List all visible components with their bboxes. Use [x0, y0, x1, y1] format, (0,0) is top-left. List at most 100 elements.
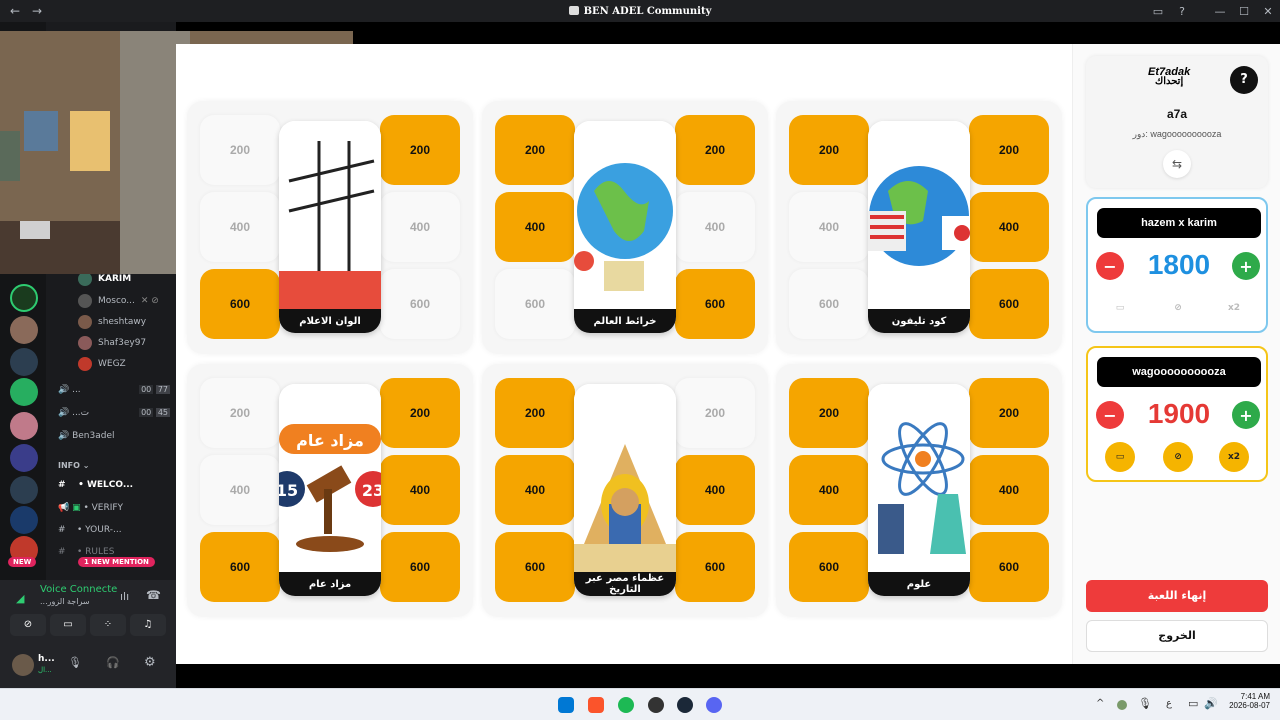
network-icon[interactable]: ▭ [1188, 697, 1198, 710]
voice-connection-panel: ◢ Voice Connecte ...سراجة الزور ılı ☎ ⊘ … [0, 580, 176, 688]
score-button-left-200[interactable]: 200 [495, 115, 575, 185]
voice-user[interactable]: sheshtawy [78, 315, 146, 329]
server-icon[interactable] [10, 284, 38, 312]
plus-button[interactable]: + [1232, 252, 1260, 280]
score-button-left-200[interactable]: 200 [789, 115, 869, 185]
settings-gear-icon[interactable]: ⚙ [144, 655, 156, 670]
new-mention-badge[interactable]: 1 NEW MENTION [78, 557, 155, 567]
category-card: علوم [868, 384, 970, 596]
score-button-right-600[interactable]: 600 [969, 532, 1049, 602]
text-channel[interactable]: 📢 ▣ • VERIFY [58, 503, 123, 513]
score-button-left-600[interactable]: 600 [495, 532, 575, 602]
double-icon[interactable]: x2 [1219, 442, 1249, 472]
score-button-right-400[interactable]: 400 [380, 455, 460, 525]
voice-status[interactable]: Voice Connecte [40, 584, 117, 595]
score-button-right-200[interactable]: 200 [380, 378, 460, 448]
tray-mic-icon[interactable]: 🎙 [1138, 697, 1152, 710]
inbox-icon[interactable]: ▭ [1146, 5, 1170, 18]
avatar [78, 272, 92, 286]
voice-user-name: WEGZ [98, 359, 126, 369]
clock[interactable]: 7:41 AM 2026-08-07 [1222, 692, 1270, 710]
score-button-left-400[interactable]: 400 [789, 455, 869, 525]
noise-icon[interactable]: ılı [120, 590, 129, 603]
score-button-right-400[interactable]: 400 [969, 455, 1049, 525]
back-icon[interactable]: ← [8, 4, 22, 18]
score-button-right-200[interactable]: 200 [675, 115, 755, 185]
score-button-right-400[interactable]: 400 [675, 455, 755, 525]
server-icon[interactable] [10, 348, 38, 376]
spotify-icon[interactable] [618, 697, 634, 713]
category-info[interactable]: INFO ⌄ [58, 461, 89, 470]
camera-off-button[interactable]: ⊘ [10, 614, 46, 636]
tray-app-icon[interactable] [1117, 700, 1127, 710]
minus-button[interactable]: − [1096, 401, 1124, 429]
text-channel[interactable]: # • YOUR-... [58, 525, 122, 535]
voice-user[interactable]: KARIM [78, 272, 131, 286]
score-button-right-200[interactable]: 200 [380, 115, 460, 185]
voice-channel-sub[interactable]: ...سراجة الزور [40, 597, 90, 606]
soundboard-button[interactable]: ♫ [130, 614, 166, 636]
voice-channel[interactable]: 🔊 ...ت 00 45 [58, 408, 170, 418]
score-button-left-400[interactable]: 400 [495, 455, 575, 525]
help-button[interactable]: ? [1230, 66, 1258, 94]
avatar[interactable] [12, 654, 34, 676]
clock-date: 2026-08-07 [1229, 701, 1270, 710]
score-button-right-600[interactable]: 600 [675, 532, 755, 602]
discord-icon[interactable] [706, 697, 722, 713]
server-icon[interactable] [10, 316, 38, 344]
maximize-button[interactable]: ☐ [1232, 5, 1256, 18]
server-icon[interactable] [10, 476, 38, 504]
app-icon[interactable] [648, 697, 664, 713]
voice-user[interactable]: Mosco... ✕ ⊘ [78, 294, 159, 308]
score-button-left-400[interactable]: 400 [495, 192, 575, 262]
forward-icon[interactable]: → [30, 4, 44, 18]
score-button-right-200[interactable]: 200 [969, 378, 1049, 448]
microphone-icon[interactable]: 🎙 [68, 656, 82, 669]
score-button-left-600[interactable]: 600 [200, 269, 280, 339]
disconnect-icon[interactable]: ☎ [146, 588, 161, 602]
score-button-right-600[interactable]: 600 [675, 269, 755, 339]
screen-share-button[interactable]: ▭ [50, 614, 86, 636]
text-channel[interactable]: # • RULES [58, 547, 114, 557]
voice-user[interactable]: WEGZ [78, 357, 126, 371]
account-name[interactable]: h... [38, 654, 55, 664]
minimize-button[interactable]: — [1208, 5, 1232, 18]
minus-button[interactable]: − [1096, 252, 1124, 280]
activities-button[interactable]: ⁘ [90, 614, 126, 636]
new-badge[interactable]: NEW [8, 557, 37, 567]
score-button-left-600[interactable]: 600 [789, 532, 869, 602]
tray-chevron-icon[interactable]: ^ [1096, 698, 1104, 709]
server-icon[interactable] [10, 412, 38, 440]
score-button-right-600[interactable]: 600 [380, 532, 460, 602]
server-icon[interactable] [10, 444, 38, 472]
score-button-right-400[interactable]: 400 [969, 192, 1049, 262]
server-icon[interactable] [10, 378, 38, 406]
score-button-left-200[interactable]: 200 [789, 378, 869, 448]
category-art [574, 384, 676, 572]
exit-button[interactable]: الخروج [1086, 620, 1268, 652]
block-icon[interactable]: ⊘ [1163, 442, 1193, 472]
voice-user[interactable]: Shaf3ey97 [78, 336, 146, 350]
score-button-right-200[interactable]: 200 [969, 115, 1049, 185]
score-button-right-600[interactable]: 600 [969, 269, 1049, 339]
score-button-left-600[interactable]: 600 [200, 532, 280, 602]
language-indicator[interactable]: ع [1166, 698, 1172, 709]
help-icon[interactable]: ? [1170, 5, 1194, 18]
headphones-icon[interactable]: 🎧 [106, 656, 120, 669]
text-channel[interactable]: # • WELCO... [58, 480, 133, 490]
end-game-button[interactable]: إنهاء اللعبة [1086, 580, 1268, 612]
category-tile: 200 400 600 200 400 600 كود تليفون [776, 101, 1062, 354]
brave-icon[interactable] [588, 697, 604, 713]
voice-channel[interactable]: 🔊 ... 00 77 [58, 385, 170, 395]
steam-icon[interactable] [677, 697, 693, 713]
plus-button[interactable]: + [1232, 401, 1260, 429]
server-icon[interactable] [10, 506, 38, 534]
category-art [868, 121, 970, 309]
chat-icon[interactable]: ▭ [1105, 442, 1135, 472]
voice-channel[interactable]: 🔊 Ben3adel [58, 431, 115, 441]
score-button-left-200[interactable]: 200 [495, 378, 575, 448]
close-button[interactable]: ✕ [1256, 5, 1280, 18]
swap-turn-button[interactable]: ⇆ [1163, 150, 1191, 178]
windows-start-icon[interactable] [558, 697, 574, 713]
volume-icon[interactable]: 🔊 [1204, 697, 1218, 710]
